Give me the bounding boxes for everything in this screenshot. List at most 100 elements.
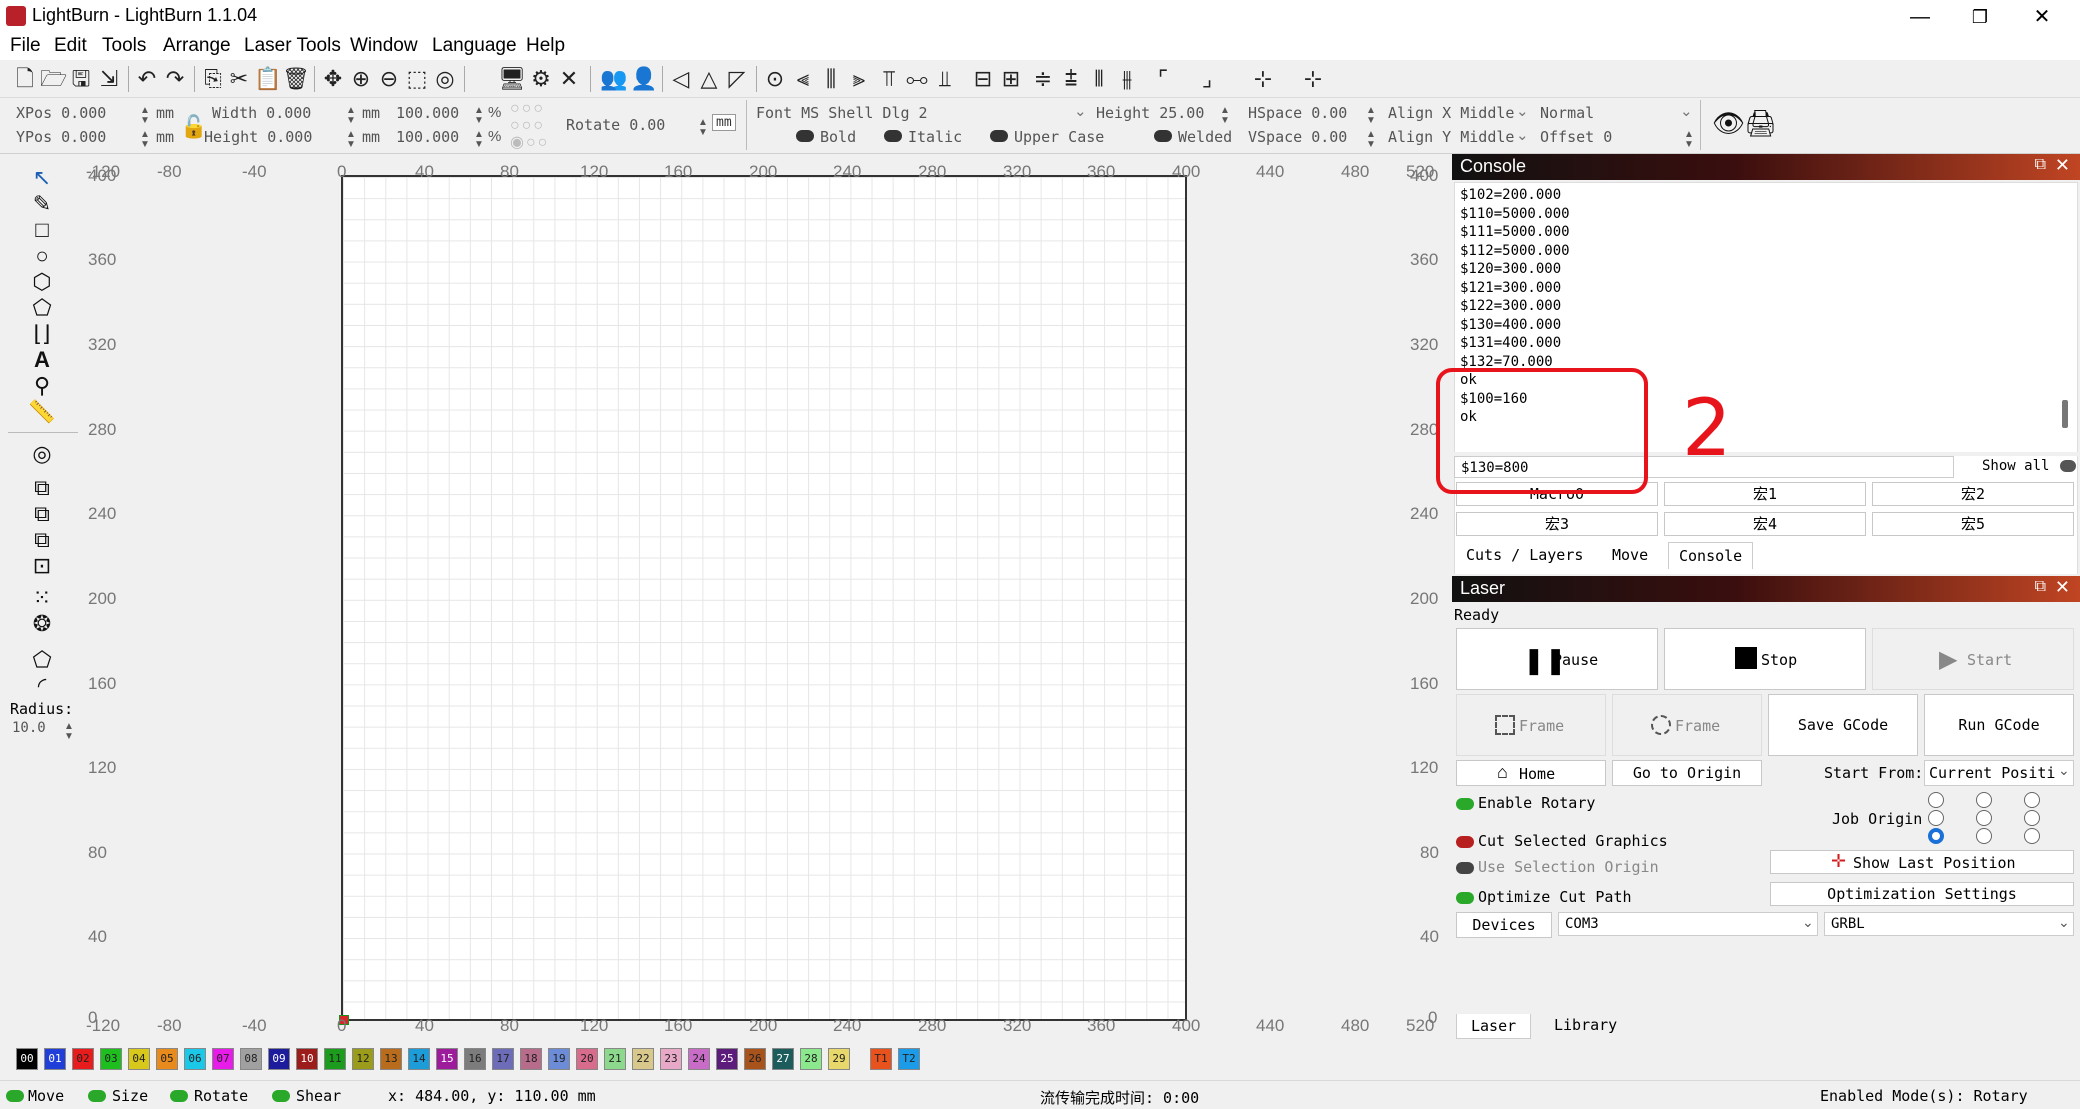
settings-icon[interactable]: ⚙ xyxy=(528,66,554,92)
menu-file[interactable]: File xyxy=(10,35,41,57)
layer-swatch-28[interactable]: 28 xyxy=(800,1048,822,1070)
radius-value[interactable]: 10.0 xyxy=(12,720,46,736)
open-file-icon[interactable]: 🗁 xyxy=(40,66,67,92)
layer-swatch-04[interactable]: 04 xyxy=(128,1048,150,1070)
text-mode-select[interactable]: Normal xyxy=(1540,104,1594,122)
layer-swatch-19[interactable]: 19 xyxy=(548,1048,570,1070)
preview-icon[interactable]: 👁 xyxy=(1712,108,1745,139)
align-y-select[interactable]: Align Y Middle xyxy=(1388,128,1514,146)
italic-toggle[interactable] xyxy=(884,130,902,142)
save-gcode-button[interactable]: Save GCode xyxy=(1768,694,1918,756)
text-height-spinner[interactable]: ▲ ▼ xyxy=(1220,106,1230,126)
boolean-intersect-icon[interactable]: ⧉ xyxy=(28,528,56,552)
paste-icon[interactable]: 📋 xyxy=(254,66,281,92)
tools-icon[interactable]: ✕ xyxy=(556,66,582,92)
export-icon[interactable]: ⇲ xyxy=(96,66,122,92)
optimization-settings-button[interactable]: Optimization Settings xyxy=(1770,882,2074,906)
close-panel-icon[interactable]: ✕ xyxy=(2055,577,2070,598)
show-all-toggle[interactable] xyxy=(2060,460,2076,472)
align-x-select[interactable]: Align X Middle xyxy=(1388,104,1514,122)
macro5-button[interactable]: 宏5 xyxy=(1872,512,2074,536)
align-center-icon[interactable]: ⊙ xyxy=(762,66,788,92)
layer-swatch-22[interactable]: 22 xyxy=(632,1048,654,1070)
bold-toggle[interactable] xyxy=(796,130,814,142)
layer-swatch-15[interactable]: 15 xyxy=(436,1048,458,1070)
align-top-icon[interactable]: ⫪ xyxy=(876,66,902,92)
layer-swatch-26[interactable]: 26 xyxy=(744,1048,766,1070)
layer-swatch-17[interactable]: 17 xyxy=(492,1048,514,1070)
layer-swatch-21[interactable]: 21 xyxy=(604,1048,626,1070)
align-right-icon[interactable]: ⫸ xyxy=(846,66,872,92)
rotate-toggle[interactable] xyxy=(170,1090,188,1102)
hspace-field[interactable]: HSpace 0.00 xyxy=(1248,104,1347,122)
monitor-icon[interactable]: 🖥 xyxy=(498,66,526,92)
size-toggle[interactable] xyxy=(88,1090,106,1102)
menu-window[interactable]: Window xyxy=(350,35,418,57)
optimize-cut-path-toggle[interactable] xyxy=(1456,892,1474,904)
distribute-v-icon[interactable]: ⊞ xyxy=(998,66,1024,92)
layer-swatch-14[interactable]: 14 xyxy=(408,1048,430,1070)
frame-button[interactable]: Frame xyxy=(1456,694,1606,756)
zoom-selection-icon[interactable]: ⬚ xyxy=(404,66,430,92)
dock-left-icon[interactable]: ⊹ xyxy=(1250,66,1276,92)
text-height-field[interactable]: Height 25.00 xyxy=(1096,104,1204,122)
layer-swatch-00[interactable]: 00 xyxy=(16,1048,38,1070)
pause-button[interactable]: ❚❚ Pause xyxy=(1456,628,1658,690)
origin-radio-tr[interactable] xyxy=(2024,792,2040,808)
tab-laser[interactable]: Laser xyxy=(1456,1014,1532,1039)
frame-camera-icon[interactable]: ◎ xyxy=(432,66,458,92)
minimize-button[interactable]: — xyxy=(1900,2,1940,32)
align-hcenter-icon[interactable]: ⫼ xyxy=(818,66,844,92)
maximize-button[interactable]: ❐ xyxy=(1960,2,2000,32)
anchor-grid-icon[interactable]: ○○○ ○○○ ◉○○ xyxy=(510,100,549,151)
cut-icon[interactable]: ✂ xyxy=(226,66,252,92)
align-x-dropdown-icon[interactable]: ⌄ xyxy=(1516,102,1529,120)
weld-icon[interactable]: ⊡ xyxy=(28,554,56,578)
cut-selected-toggle[interactable] xyxy=(1456,836,1474,848)
height-percent[interactable]: 100.000 xyxy=(396,128,459,146)
frame-circle-button[interactable]: Frame xyxy=(1612,694,1762,756)
enable-rotary-toggle[interactable] xyxy=(1456,798,1474,810)
corner-tl-icon[interactable]: ⌜ xyxy=(1150,66,1176,92)
height-field[interactable]: Height 0.000 xyxy=(204,128,312,146)
tabs-tool-icon[interactable]: ⬠ xyxy=(28,648,56,672)
ypos-field[interactable]: YPos 0.000 xyxy=(16,128,106,146)
ungroup-icon[interactable]: 👤 xyxy=(630,66,657,92)
rotate-spinner[interactable]: ▲ ▼ xyxy=(698,118,708,138)
xpos-field[interactable]: XPos 0.000 xyxy=(16,104,106,122)
origin-radio-tl[interactable] xyxy=(1928,792,1944,808)
width-spinner[interactable]: ▲ ▼ xyxy=(346,106,356,126)
layer-swatch-25[interactable]: 25 xyxy=(716,1048,738,1070)
undo-icon[interactable]: ↶ xyxy=(134,66,160,92)
layer-swatch-24[interactable]: 24 xyxy=(688,1048,710,1070)
macro1-button[interactable]: 宏1 xyxy=(1664,482,1866,506)
hpct-spinner[interactable]: ▲ ▼ xyxy=(474,130,484,150)
layer-swatch-06[interactable]: 06 xyxy=(184,1048,206,1070)
zoom-in-icon[interactable]: ⊕ xyxy=(348,66,374,92)
group-icon[interactable]: 👥 xyxy=(600,66,627,92)
work-area-grid[interactable] xyxy=(341,175,1187,1021)
layer-swatch-02[interactable]: 02 xyxy=(72,1048,94,1070)
welded-toggle[interactable] xyxy=(1154,130,1172,142)
origin-radio-mc[interactable] xyxy=(1976,810,1992,826)
align-bottom-icon[interactable]: ⫫ xyxy=(932,66,958,92)
show-last-position-button[interactable]: ✛ Show Last Position xyxy=(1770,850,2074,874)
draw-lines-icon[interactable]: ⬠ xyxy=(28,296,56,320)
grid-array-icon[interactable]: ⁙ xyxy=(28,586,56,610)
float-icon[interactable]: ⧉ xyxy=(2035,156,2046,174)
printer-icon[interactable]: 🖨 xyxy=(1744,108,1777,139)
vspace-field[interactable]: VSpace 0.00 xyxy=(1248,128,1347,146)
controller-select[interactable]: GRBL xyxy=(1824,912,2074,936)
move-together-v-icon[interactable]: ⩲ xyxy=(1058,66,1084,92)
layer-swatch-07[interactable]: 07 xyxy=(212,1048,234,1070)
float-icon[interactable]: ⧉ xyxy=(2035,578,2046,596)
copy-icon[interactable]: ⎘ xyxy=(200,66,226,92)
rotate-field[interactable]: Rotate 0.00 xyxy=(566,116,665,134)
save-icon[interactable]: 🖫 xyxy=(68,66,94,92)
layer-swatch-10[interactable]: 10 xyxy=(296,1048,318,1070)
port-select[interactable]: COM3 xyxy=(1558,912,1818,936)
bracket-tool-icon[interactable]: ⌊⌋ xyxy=(28,322,56,346)
port-dropdown-icon[interactable]: ⌄ xyxy=(1802,914,1814,931)
origin-radio-bc[interactable] xyxy=(1976,828,1992,844)
layer-swatch-23[interactable]: 23 xyxy=(660,1048,682,1070)
